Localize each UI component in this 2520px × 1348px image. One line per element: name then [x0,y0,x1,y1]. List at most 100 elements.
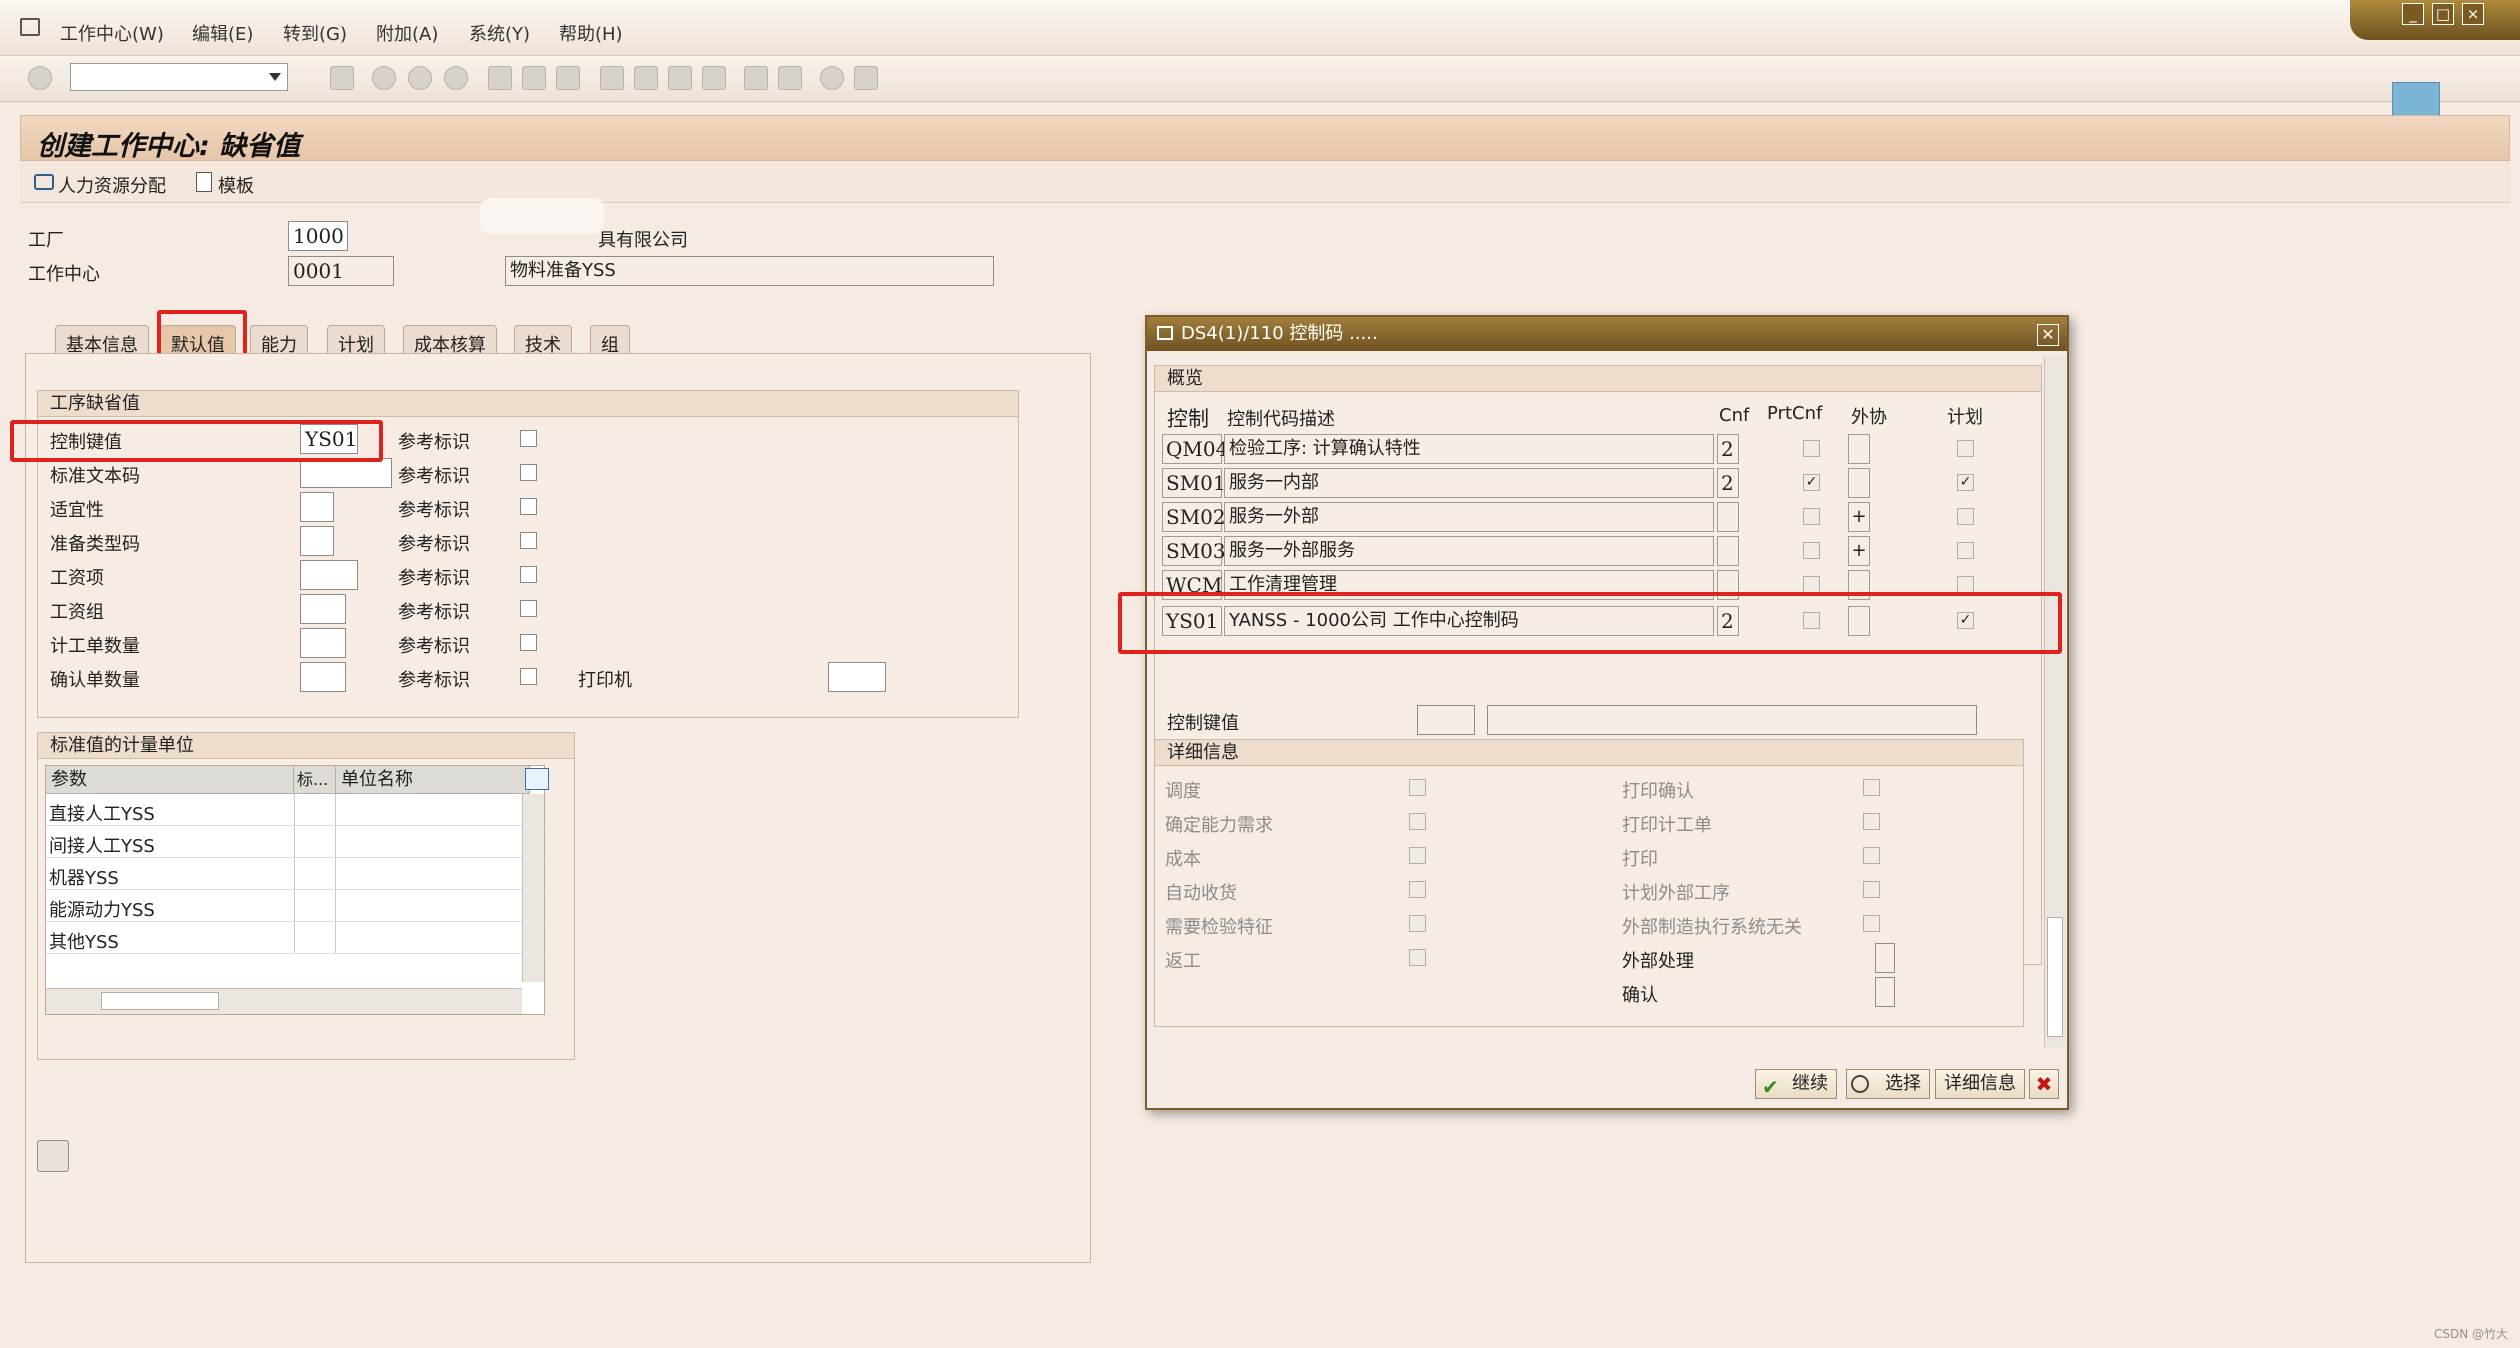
column-header-external[interactable]: 外协 [1851,403,1887,429]
maximize-icon[interactable]: □ [2432,3,2454,25]
column-header-prtcnf[interactable]: PrtCnf [1767,403,1822,424]
shortcut-icon[interactable] [778,66,802,90]
new-session-icon[interactable] [744,66,768,90]
reference-indicator-label: 参考标识 [398,670,470,691]
first-page-icon[interactable] [600,66,624,90]
tab-scheduling[interactable]: 计划 [327,325,385,356]
template-button[interactable]: 模板 [218,172,254,198]
find-next-icon[interactable] [556,66,580,90]
units-horizontal-scrollbar[interactable] [46,988,522,1014]
select-button[interactable]: 选择 [1846,1069,1930,1099]
default-value-field[interactable] [300,594,346,624]
cancel-icon[interactable] [444,66,468,90]
column-header-unit-name[interactable]: 单位名称 [336,766,530,794]
table-row[interactable]: QM04 检验工序: 计算确认特性 2 [1162,434,2062,466]
dialog-vertical-scrollbar[interactable] [2044,357,2066,1047]
unit-std-cell[interactable] [294,794,336,825]
control-key-field [1417,705,1475,735]
layout-icon[interactable] [854,66,878,90]
exit-icon[interactable] [408,66,432,90]
dialog-close-icon[interactable]: ✕ [2037,324,2059,346]
next-page-icon[interactable] [668,66,692,90]
control-code-cell[interactable]: SM01 [1162,468,1226,498]
column-header-description[interactable]: 控制代码描述 [1227,405,1335,431]
default-value-field[interactable] [300,628,346,658]
tab-capacities[interactable]: 能力 [250,325,308,356]
column-header-control[interactable]: 控制 [1167,403,1209,433]
last-page-icon[interactable] [702,66,726,90]
reference-checkbox[interactable] [520,498,537,515]
menu-edit[interactable]: 编辑(E) [192,20,253,46]
cancel-dialog-icon[interactable]: ✖ [2029,1069,2059,1099]
menu-icon[interactable] [20,18,40,36]
close-window-icon[interactable]: × [2462,3,2484,25]
table-row[interactable]: 其他YSS [46,922,546,954]
continue-button[interactable]: ✔ 继续 [1755,1069,1837,1099]
column-header-std[interactable]: 标... [294,766,336,794]
default-value-field[interactable] [300,492,334,522]
units-vertical-scrollbar[interactable] [522,794,544,982]
table-row[interactable]: 机器YSS [46,858,546,890]
menu-system[interactable]: 系统(Y) [469,20,530,46]
reference-checkbox[interactable] [520,464,537,481]
control-code-cell[interactable]: QM04 [1162,434,1228,464]
default-label: 准备类型码 [50,534,140,555]
menu-workcenter[interactable]: 工作中心(W) [60,20,164,46]
external-cell [1848,468,1870,498]
control-desc-cell: 服务一内部 [1224,468,1714,498]
default-value-field[interactable] [300,662,346,692]
reference-checkbox[interactable] [520,668,537,685]
tab-basic-data[interactable]: 基本信息 [55,325,149,356]
print-icon[interactable] [488,66,512,90]
default-value-field[interactable] [300,526,334,556]
tab-group[interactable]: 组 [590,325,630,356]
prev-page-icon[interactable] [634,66,658,90]
unit-std-cell[interactable] [294,826,336,857]
menu-help[interactable]: 帮助(H) [559,20,623,46]
unit-std-cell[interactable] [294,890,336,921]
unit-std-cell[interactable] [294,858,336,889]
table-row[interactable]: 间接人工YSS [46,826,546,858]
dialog-menu-icon[interactable] [1157,326,1173,340]
control-code-cell[interactable]: SM03 [1162,536,1226,566]
tab-technical-data[interactable]: 技术 [514,325,572,356]
chevron-down-icon[interactable] [269,73,281,81]
table-row[interactable]: 直接人工YSS [46,794,546,826]
save-icon[interactable] [330,66,354,90]
printer-field[interactable] [828,662,886,692]
units-scroll-thumb[interactable] [101,992,219,1010]
hr-assign-button[interactable]: 人力资源分配 [58,172,166,198]
details-button[interactable]: 详细信息 [1935,1069,2025,1099]
reference-checkbox[interactable] [520,634,537,651]
unit-std-cell[interactable] [294,922,336,953]
menu-goto[interactable]: 转到(G) [283,20,347,46]
column-header-cnf[interactable]: Cnf [1719,405,1749,426]
reference-checkbox[interactable] [520,532,537,549]
tab-costing[interactable]: 成本核算 [403,325,497,356]
enter-icon[interactable] [28,66,52,90]
plant-description: 具有限公司 [598,230,688,251]
table-row[interactable]: SM03 服务一外部服务 + [1162,536,2062,568]
table-settings-icon[interactable] [525,768,549,790]
back-icon[interactable] [372,66,396,90]
reference-checkbox[interactable] [520,566,537,583]
table-row[interactable]: 能源动力YSS [46,890,546,922]
column-header-param[interactable]: 参数 [46,766,294,794]
table-row[interactable]: SM01 服务一内部 2 ✓ ✓ [1162,468,2062,500]
default-value-field[interactable] [300,560,358,590]
default-value-field[interactable] [300,458,392,488]
column-header-plan[interactable]: 计划 [1947,403,1983,429]
plant-field[interactable]: 1000 [288,221,348,251]
menu-extras[interactable]: 附加(A) [376,20,438,46]
external-processing-label: 外部处理 [1622,951,1694,972]
trash-icon[interactable] [37,1140,69,1172]
reference-checkbox[interactable] [520,430,537,447]
minimize-icon[interactable]: _ [2402,3,2424,25]
reference-checkbox[interactable] [520,600,537,617]
help-icon[interactable] [820,66,844,90]
command-field[interactable] [70,63,288,91]
find-icon[interactable] [522,66,546,90]
dialog-scroll-thumb[interactable] [2047,917,2063,1037]
control-code-cell[interactable]: SM02 [1162,502,1226,532]
table-row[interactable]: SM02 服务一外部 + [1162,502,2062,534]
